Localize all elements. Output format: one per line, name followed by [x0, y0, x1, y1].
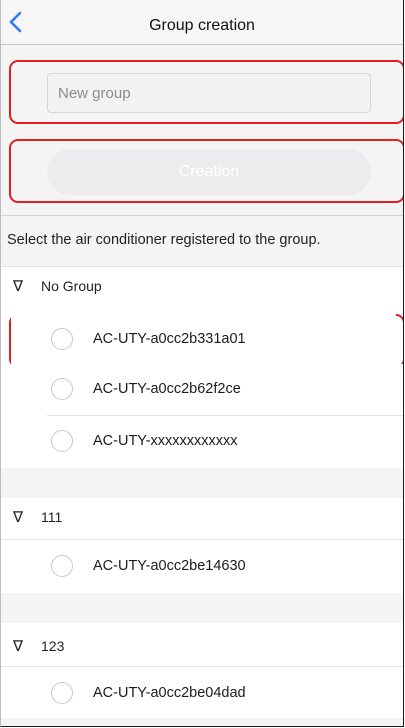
group-name: 123 [41, 638, 65, 654]
group-name: 111 [41, 509, 63, 525]
group-header-111[interactable]: ∇ 111 [1, 498, 403, 536]
group-name-input[interactable] [47, 73, 371, 113]
device-name: AC-UTY-a0cc2be04dad [93, 685, 246, 701]
device-row[interactable]: AC-UTY-xxxxxxxxxxxx [1, 416, 403, 468]
collapse-triangle-icon: ∇ [13, 509, 24, 526]
group-name: No Group [41, 278, 102, 294]
page-title: Group creation [149, 17, 255, 34]
radio-button[interactable] [51, 430, 73, 452]
screen: Group creation Creation Select the air c… [0, 0, 404, 727]
section-gap [1, 593, 403, 623]
device-row[interactable]: AC-UTY-a0cc2be14630 [1, 541, 403, 593]
creation-button[interactable]: Creation [47, 149, 371, 195]
section-gap [1, 468, 403, 498]
device-row[interactable]: AC-UTY-a0cc2be04dad [1, 668, 403, 720]
device-row[interactable]: AC-UTY-a0cc2b62f2ce [1, 364, 403, 416]
group-header-no-group[interactable]: ∇ No Group [1, 267, 403, 305]
radio-button[interactable] [51, 682, 73, 704]
instruction-bar: Select the air conditioner registered to… [1, 215, 403, 267]
nav-bar: Group creation [1, 0, 403, 45]
divider [1, 666, 403, 667]
collapse-triangle-icon: ∇ [13, 638, 24, 655]
collapse-triangle-icon: ∇ [13, 278, 24, 295]
radio-button[interactable] [51, 328, 73, 350]
radio-button[interactable] [51, 378, 73, 400]
section-gap [1, 718, 403, 726]
divider [1, 539, 403, 540]
device-name: AC-UTY-xxxxxxxxxxxx [93, 433, 238, 449]
instruction-text: Select the air conditioner registered to… [7, 232, 321, 248]
device-name: AC-UTY-a0cc2b331a01 [93, 331, 246, 347]
device-row[interactable]: AC-UTY-a0cc2b331a01 [11, 314, 396, 366]
radio-button[interactable] [51, 555, 73, 577]
device-name: AC-UTY-a0cc2be14630 [93, 558, 246, 574]
device-name: AC-UTY-a0cc2b62f2ce [93, 381, 241, 397]
group-header-123[interactable]: ∇ 123 [1, 627, 403, 665]
